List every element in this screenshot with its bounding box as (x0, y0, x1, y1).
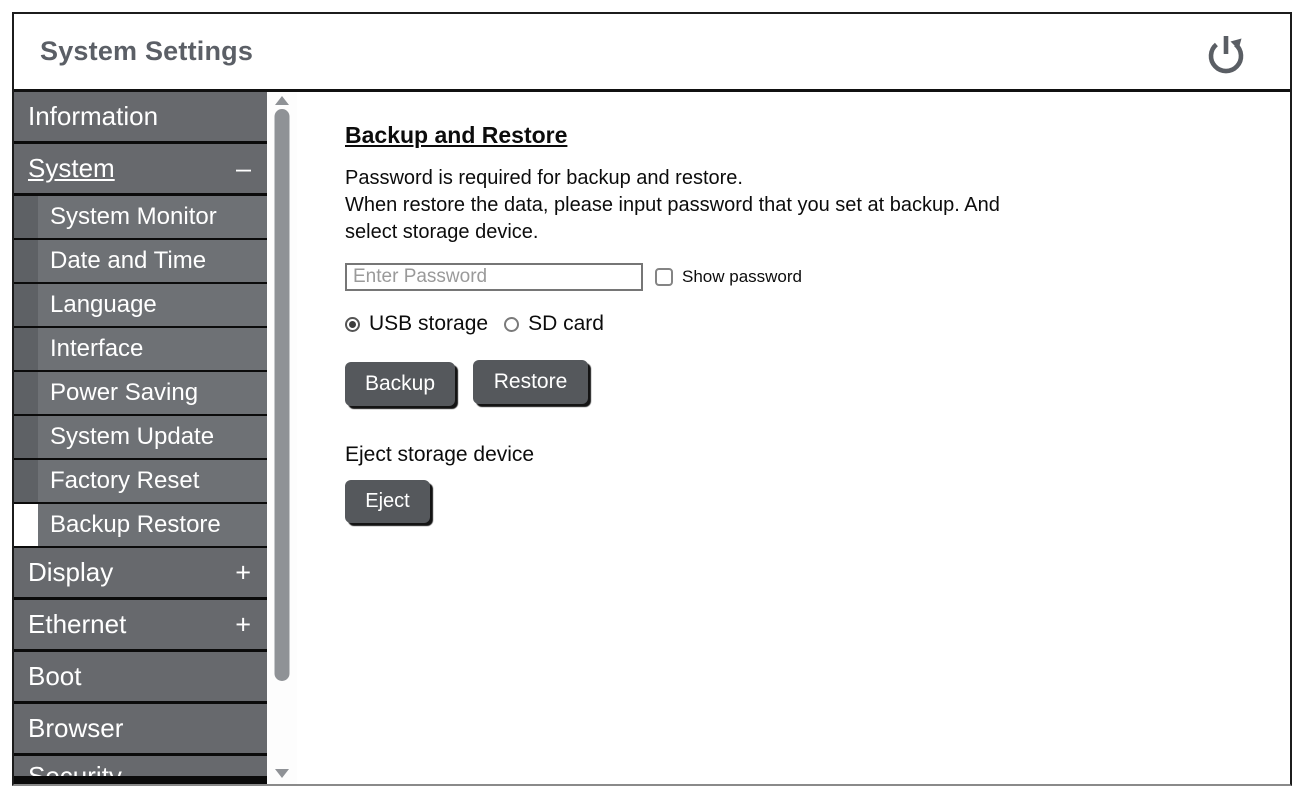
sidebar-item-label: Language (38, 284, 267, 326)
backup-button[interactable]: Backup (345, 362, 455, 406)
radio-selected-icon[interactable] (345, 317, 360, 332)
radio-label: USB storage (369, 312, 488, 336)
password-row: Show password (345, 263, 1270, 291)
scrollbar-thumb[interactable] (275, 109, 290, 681)
sidebar-item-system-update[interactable]: System Update (14, 416, 267, 458)
collapse-minus-icon: – (236, 153, 251, 184)
sidebar-item-interface[interactable]: Interface (14, 328, 267, 370)
sidebar-item-label: Boot (28, 661, 82, 692)
description-line: Password is required for backup and rest… (345, 165, 1270, 192)
sidebar-item-label: Interface (38, 328, 267, 370)
sidebar: Information System – System MonitorDate and… (14, 92, 267, 784)
password-input[interactable] (345, 263, 643, 291)
restore-button[interactable]: Restore (473, 360, 588, 404)
sidebar-item-system-monitor[interactable]: System Monitor (14, 196, 267, 238)
main-content: Backup and Restore Password is required … (297, 92, 1290, 784)
title-bar: System Settings (14, 14, 1290, 92)
sidebar-item-information[interactable]: Information (14, 92, 267, 141)
indicator-strip (14, 328, 38, 370)
section-heading: Backup and Restore (345, 122, 1270, 149)
radio-label: SD card (528, 312, 604, 336)
sidebar-item-security[interactable]: Security (14, 756, 267, 776)
sidebar-item-date-and-time[interactable]: Date and Time (14, 240, 267, 282)
sidebar-item-label: Ethernet (28, 609, 126, 640)
sidebar-item-power-saving[interactable]: Power Saving (14, 372, 267, 414)
indicator-strip (14, 240, 38, 282)
radio-unselected-icon[interactable] (504, 317, 519, 332)
expand-plus-icon: + (235, 609, 251, 640)
eject-button[interactable]: Eject (345, 480, 430, 523)
sidebar-item-backup-restore[interactable]: Backup Restore (14, 504, 267, 546)
sidebar-item-system[interactable]: System – (14, 144, 267, 193)
sidebar-item-label: Factory Reset (38, 460, 267, 502)
scrollbar-down-arrow-icon[interactable] (275, 769, 289, 778)
sidebar-item-boot[interactable]: Boot (14, 652, 267, 701)
expand-plus-icon: + (235, 557, 251, 588)
storage-option-usb-storage[interactable]: USB storage (345, 312, 488, 336)
sidebar-item-label: System (28, 153, 115, 184)
window-body: Information System – System MonitorDate and… (14, 92, 1290, 784)
backup-restore-buttons: Backup Restore (345, 362, 1270, 406)
indicator-strip (14, 416, 38, 458)
sidebar-item-label: Date and Time (38, 240, 267, 282)
page-title: System Settings (40, 36, 253, 67)
selected-indicator-strip (14, 504, 38, 546)
show-password-checkbox[interactable] (655, 268, 673, 286)
sidebar-item-label: Security (28, 761, 122, 777)
sidebar-item-factory-reset[interactable]: Factory Reset (14, 460, 267, 502)
sidebar-scrollbar (267, 92, 297, 784)
sidebar-item-label: Display (28, 557, 113, 588)
description-line: When restore the data, please input pass… (345, 192, 1270, 219)
sidebar-item-ethernet[interactable]: Ethernet + (14, 600, 267, 649)
indicator-strip (14, 284, 38, 326)
sidebar-item-browser[interactable]: Browser (14, 704, 267, 753)
sidebar-item-language[interactable]: Language (14, 284, 267, 326)
sidebar-item-label: Information (28, 101, 158, 132)
sidebar-item-label: Backup Restore (38, 504, 267, 546)
storage-device-options: USB storage SD card (345, 312, 1270, 336)
sidebar-item-label: Power Saving (38, 372, 267, 414)
power-restart-icon (1202, 28, 1250, 76)
description-line: select storage device. (345, 219, 1270, 246)
indicator-strip (14, 372, 38, 414)
sidebar-item-label: Browser (28, 713, 123, 744)
settings-window: System Settings InformationSystem–System… (12, 12, 1292, 786)
sidebar-item-label: System Update (38, 416, 267, 458)
scrollbar-up-arrow-icon[interactable] (275, 96, 289, 105)
storage-option-sd-card[interactable]: SD card (504, 312, 604, 336)
description-text: Password is required for backup and rest… (345, 165, 1270, 246)
eject-storage-text: Eject storage device (345, 443, 1270, 467)
show-password-label: Show password (682, 267, 802, 287)
indicator-strip (14, 460, 38, 502)
sidebar-item-label: System Monitor (38, 196, 267, 238)
sidebar-item-display[interactable]: Display + (14, 548, 267, 597)
power-button[interactable] (1200, 26, 1252, 78)
indicator-strip (14, 196, 38, 238)
